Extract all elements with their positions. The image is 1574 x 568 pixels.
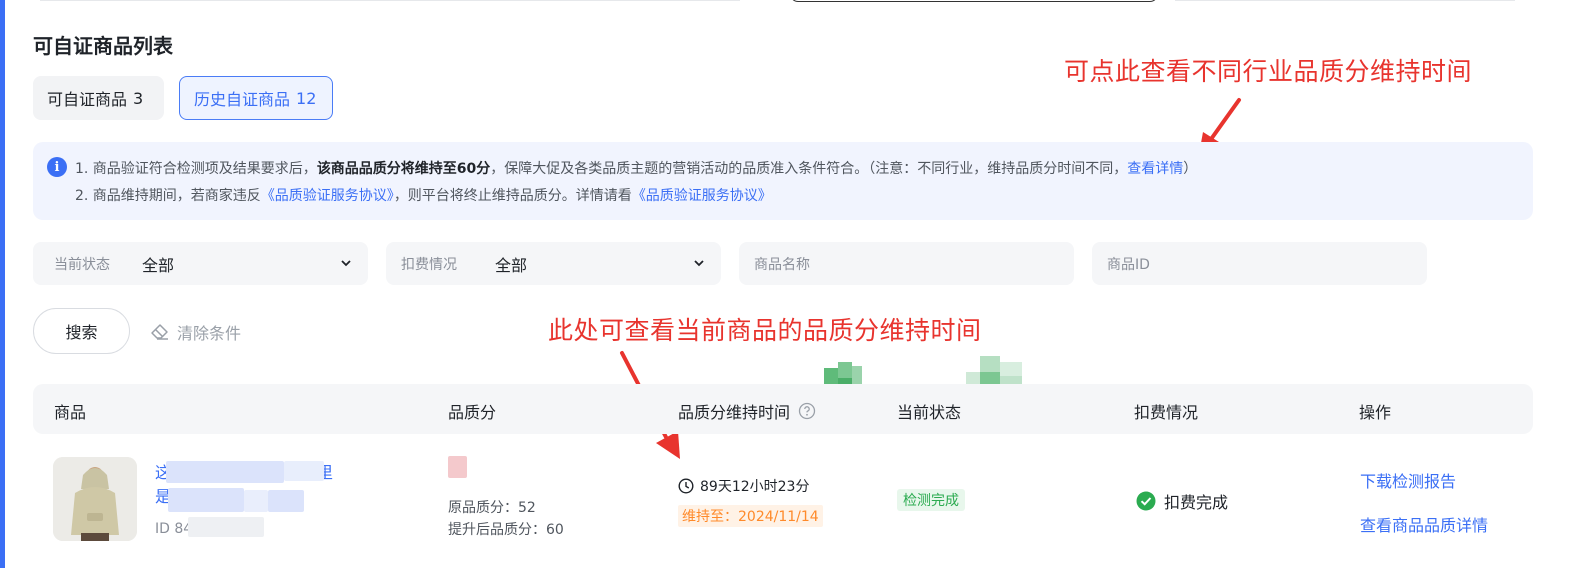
filter-label: 当前状态	[54, 256, 110, 273]
column-header-actions: 操作	[1359, 403, 1392, 422]
tab-count: 3	[133, 88, 144, 108]
remaining-time-text: 89天12小时23分	[700, 479, 810, 495]
top-input-fragment	[790, 0, 1158, 2]
notice-text: ，则平台将终止维持品质分。详情请看	[393, 188, 632, 204]
column-header-status: 当前状态	[897, 403, 962, 422]
info-icon: i	[47, 157, 67, 177]
agreement-link-2[interactable]: 《品质验证服务协议》	[632, 188, 772, 204]
input-placeholder: 商品ID	[1107, 256, 1150, 273]
tab-count: 12	[296, 88, 317, 108]
agreement-link[interactable]: 《品质验证服务协议》	[261, 188, 394, 204]
maintain-until-tag: 维持至：2024/11/14	[678, 505, 823, 527]
redacted-id-blur	[188, 517, 264, 537]
hoodie-image-icon	[53, 457, 137, 541]
redacted-name-blur	[284, 461, 324, 481]
column-label: 品质分维持时间	[678, 403, 791, 422]
chevron-down-icon	[694, 260, 704, 267]
product-name-input[interactable]: 商品名称	[739, 242, 1074, 285]
product-id: ID 84	[155, 521, 193, 537]
view-details-link[interactable]: 查看详情	[1127, 161, 1183, 177]
clock-icon	[678, 478, 694, 494]
annotation-current-time: 此处可查看当前商品的品质分维持时间	[548, 316, 982, 345]
original-score: 原品质分：52	[448, 500, 536, 516]
page-title: 可自证商品列表	[33, 34, 173, 58]
column-header-maintain-time: 品质分维持时间	[678, 399, 816, 423]
notice-line-2: 2. 商品维持期间，若商家违反《品质验证服务协议》，则平台将终止维持品质分。详情…	[75, 185, 772, 205]
status-badge: 检测完成	[897, 489, 965, 511]
column-header-fee: 扣费情况	[1134, 403, 1199, 422]
help-icon[interactable]	[798, 402, 816, 420]
fee-filter-select[interactable]: 扣费情况 全部	[386, 242, 721, 285]
eraser-icon	[151, 324, 168, 340]
redacted-name-blur	[268, 490, 304, 512]
notice-text: ）	[1183, 161, 1198, 177]
filter-value: 全部	[495, 255, 528, 275]
notice-panel: i 1. 商品验证符合检测项及结果要求后，该商品品质分将维持至60分，保障大促及…	[33, 142, 1533, 220]
column-header-quality-score: 品质分	[448, 403, 497, 422]
input-placeholder: 商品名称	[754, 256, 810, 273]
remaining-time: 89天12小时23分	[678, 476, 809, 496]
search-button[interactable]: 搜索	[33, 308, 130, 354]
column-header-product: 商品	[54, 403, 87, 422]
download-report-link[interactable]: 下载检测报告	[1360, 468, 1456, 492]
status-filter-select[interactable]: 当前状态 全部	[33, 242, 368, 285]
redacted-name-blur	[244, 490, 268, 512]
notice-text: 1. 商品验证符合检测项及结果要求后，	[75, 161, 317, 177]
notice-text: 2. 商品维持期间，若商家违反	[75, 188, 261, 204]
clear-filters-button[interactable]: 清除条件	[150, 320, 241, 344]
left-accent-rail	[0, 0, 5, 568]
clear-label: 清除条件	[177, 324, 242, 343]
redacted-name-blur	[168, 488, 244, 512]
redacted-score-blur	[448, 456, 467, 478]
filter-value: 全部	[142, 255, 175, 275]
notice-text: ，保障大促及各类品质主题的营销活动的品质准入条件符合。（注意：不同行业，维持品质…	[490, 161, 1128, 177]
fee-status: 扣费完成	[1136, 489, 1228, 513]
annotation-industry-time: 可点此查看不同行业品质分维持时间	[1064, 57, 1473, 86]
product-thumbnail[interactable]	[53, 457, 137, 541]
tab-label: 可自证商品	[47, 90, 128, 109]
check-circle-icon	[1136, 491, 1156, 511]
tab-self-certifiable[interactable]: 可自证商品 3	[33, 76, 164, 120]
notice-bold-text: 该商品品质分将维持至60分	[316, 161, 491, 177]
notice-line-1: 1. 商品验证符合检测项及结果要求后，该商品品质分将维持至60分，保障大促及各类…	[75, 158, 1197, 178]
redacted-name-blur	[166, 461, 284, 483]
fee-status-text: 扣费完成	[1164, 493, 1229, 512]
table-header: 商品 品质分 品质分维持时间 当前状态 扣费情况 操作	[33, 384, 1533, 434]
product-id-input[interactable]: 商品ID	[1092, 242, 1427, 285]
filter-label: 扣费情况	[401, 256, 457, 273]
chevron-down-icon	[341, 260, 351, 267]
boosted-score: 提升后品质分：60	[448, 522, 564, 538]
tab-label: 历史自证商品	[194, 90, 291, 109]
tab-history-self-certified[interactable]: 历史自证商品 12	[179, 76, 333, 120]
view-quality-details-link[interactable]: 查看商品品质详情	[1360, 512, 1488, 536]
top-divider-right	[1175, 0, 1515, 1]
top-divider	[40, 0, 740, 1]
